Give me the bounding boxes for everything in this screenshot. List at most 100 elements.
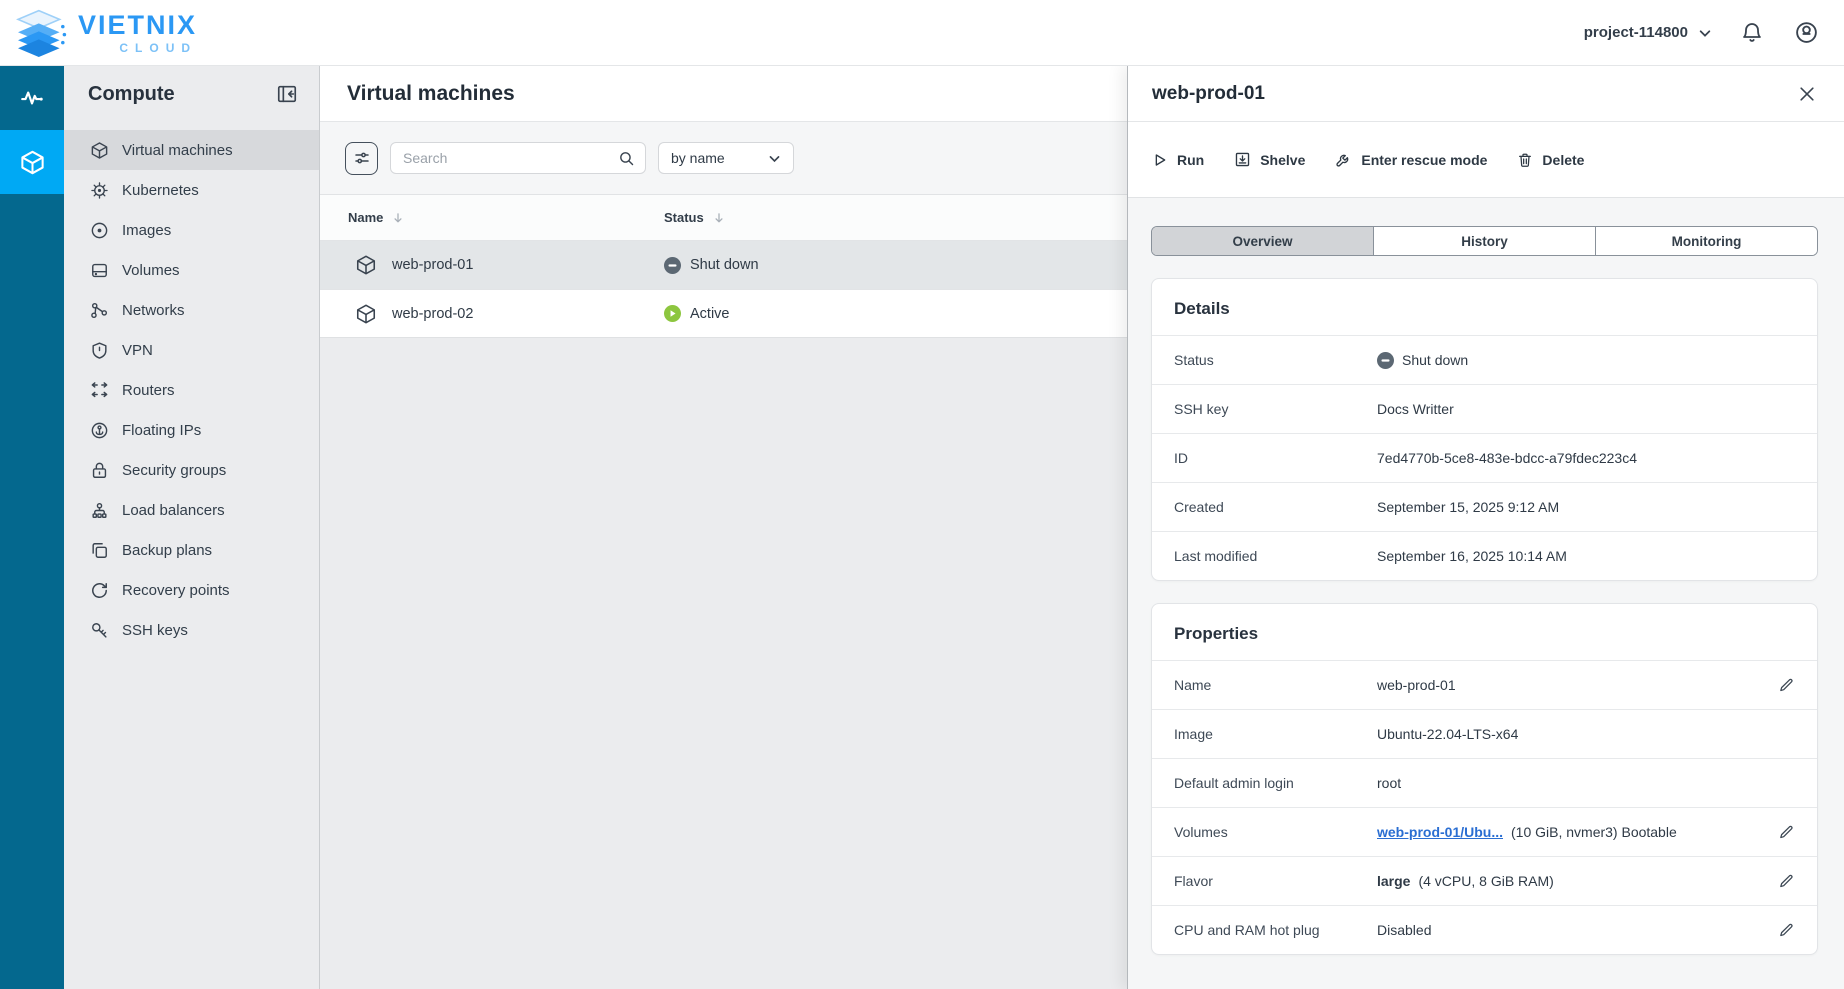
sidebar-item-virtual-machines[interactable]: Virtual machines — [64, 130, 319, 170]
routes-arrows-icon — [90, 381, 109, 400]
restore-arrow-icon — [90, 581, 109, 600]
sidebar-item-label: Security groups — [122, 462, 226, 479]
property-label: Flavor — [1174, 873, 1377, 889]
filters-button[interactable] — [345, 142, 378, 175]
property-value: (10 GiB, nvmer3) Bootable — [1511, 824, 1677, 840]
sidebar-item-label: Load balancers — [122, 502, 225, 519]
property-value: Ubuntu-22.04-LTS-x64 — [1377, 726, 1518, 742]
sidebar-item-volumes[interactable]: Volumes — [64, 250, 319, 290]
key-icon — [90, 621, 109, 640]
sidebar-item-vpn[interactable]: VPN — [64, 330, 319, 370]
run-button[interactable]: Run — [1152, 152, 1204, 168]
sidebar-item-label: Volumes — [122, 262, 180, 279]
sidebar-item-recovery-points[interactable]: Recovery points — [64, 570, 319, 610]
detail-value: September 16, 2025 10:14 AM — [1377, 548, 1567, 564]
anchor-circle-icon — [90, 421, 109, 440]
close-icon — [1797, 84, 1817, 104]
tab-history[interactable]: History — [1373, 227, 1595, 255]
archive-in-icon — [1234, 151, 1251, 168]
table-row-web-prod-01[interactable]: web-prod-01 Shut down — [320, 240, 1127, 289]
rail-item-compute[interactable] — [0, 130, 64, 194]
sidebar-item-images[interactable]: Images — [64, 210, 319, 250]
property-row-volumes: Volumes web-prod-01/Ubu... (10 GiB, nvme… — [1152, 807, 1817, 856]
sidebar-item-label: SSH keys — [122, 622, 188, 639]
search-icon — [618, 150, 635, 167]
edit-pencil-icon[interactable] — [1778, 824, 1795, 841]
sidebar-item-security-groups[interactable]: Security groups — [64, 450, 319, 490]
bell-icon — [1740, 21, 1764, 45]
edit-pencil-icon[interactable] — [1778, 873, 1795, 890]
sidebar-item-label: Images — [122, 222, 171, 239]
rail-item-monitoring[interactable] — [0, 66, 64, 130]
enter-rescue-mode-button[interactable]: Enter rescue mode — [1335, 151, 1487, 168]
delete-button[interactable]: Delete — [1517, 152, 1584, 168]
wrench-icon — [1335, 151, 1352, 168]
sidebar-item-ssh-keys[interactable]: SSH keys — [64, 610, 319, 650]
details-card-title: Details — [1152, 279, 1817, 335]
detail-row-created: Created September 15, 2025 9:12 AM — [1152, 482, 1817, 531]
run-label: Run — [1177, 152, 1204, 168]
sidebar-item-networks[interactable]: Networks — [64, 290, 319, 330]
tab-monitoring[interactable]: Monitoring — [1595, 227, 1817, 255]
rescue-label: Enter rescue mode — [1361, 152, 1487, 168]
padlock-icon — [90, 461, 109, 480]
sidebar-item-load-balancers[interactable]: Load balancers — [64, 490, 319, 530]
property-label: CPU and RAM hot plug — [1174, 922, 1377, 938]
sidebar-item-kubernetes[interactable]: Kubernetes — [64, 170, 319, 210]
vm-name: web-prod-01 — [392, 257, 473, 273]
search-box — [390, 142, 646, 174]
tab-overview[interactable]: Overview — [1152, 227, 1373, 255]
project-switcher[interactable]: project-114800 — [1584, 24, 1712, 41]
detail-label: Created — [1174, 499, 1377, 515]
vietnix-cloud-logo: VIETNIX CLOUD — [0, 9, 197, 57]
details-card: Details Status Shut down SSH key Docs Wr… — [1151, 278, 1818, 581]
detail-label: ID — [1174, 450, 1377, 466]
notifications-button[interactable] — [1738, 19, 1766, 47]
table-row-web-prod-02[interactable]: web-prod-02 Active — [320, 289, 1127, 338]
shelve-button[interactable]: Shelve — [1234, 151, 1305, 168]
property-value: (4 vCPU, 8 GiB RAM) — [1418, 873, 1553, 889]
search-input[interactable] — [403, 150, 618, 166]
property-value: root — [1377, 775, 1401, 791]
detail-value: Shut down — [1402, 352, 1468, 368]
sidebar-item-floating-ips[interactable]: Floating IPs — [64, 410, 319, 450]
brand-name: VIETNIX — [78, 12, 197, 39]
hierarchy-icon — [90, 501, 109, 520]
sidebar-item-label: Floating IPs — [122, 422, 201, 439]
edit-pencil-icon[interactable] — [1778, 922, 1795, 939]
cube-icon — [355, 303, 377, 325]
chevron-down-icon — [1698, 26, 1712, 40]
edit-pencil-icon[interactable] — [1778, 677, 1795, 694]
search-mode-select[interactable]: by name — [658, 142, 794, 174]
detail-label: SSH key — [1174, 401, 1377, 417]
sidebar-item-routers[interactable]: Routers — [64, 370, 319, 410]
sort-descending-icon[interactable] — [712, 211, 726, 225]
panel-collapse-icon — [276, 83, 298, 105]
status-shutdown-icon — [664, 257, 681, 274]
column-header-status: Status — [664, 210, 704, 225]
hard-drive-icon — [90, 261, 109, 280]
module-rail — [0, 66, 64, 989]
close-panel-button[interactable] — [1794, 81, 1820, 107]
top-bar: VIETNIX CLOUD project-114800 — [0, 0, 1844, 66]
chevron-down-icon — [768, 152, 781, 165]
delete-label: Delete — [1542, 152, 1584, 168]
property-row-hotplug: CPU and RAM hot plug Disabled — [1152, 905, 1817, 954]
sidebar-item-label: Virtual machines — [122, 142, 233, 159]
property-label: Default admin login — [1174, 775, 1377, 791]
account-button[interactable] — [1792, 19, 1820, 47]
detail-row-ssh-key: SSH key Docs Writter — [1152, 384, 1817, 433]
sidebar-item-label: Recovery points — [122, 582, 230, 599]
status-shutdown-icon — [1377, 352, 1394, 369]
detail-row-last-modified: Last modified September 16, 2025 10:14 A… — [1152, 531, 1817, 580]
volume-link[interactable]: web-prod-01/Ubu... — [1377, 824, 1503, 840]
sort-descending-icon[interactable] — [391, 211, 405, 225]
sidebar-item-backup-plans[interactable]: Backup plans — [64, 530, 319, 570]
sidebar-item-label: VPN — [122, 342, 153, 359]
properties-card-title: Properties — [1152, 604, 1817, 660]
vm-detail-panel: web-prod-01 Run Shelve Enter rescue mode — [1127, 66, 1844, 989]
panel-title: web-prod-01 — [1152, 83, 1265, 105]
collapse-sidebar-button[interactable] — [275, 82, 299, 106]
search-mode-value: by name — [671, 150, 725, 166]
user-circle-icon — [1794, 20, 1819, 45]
